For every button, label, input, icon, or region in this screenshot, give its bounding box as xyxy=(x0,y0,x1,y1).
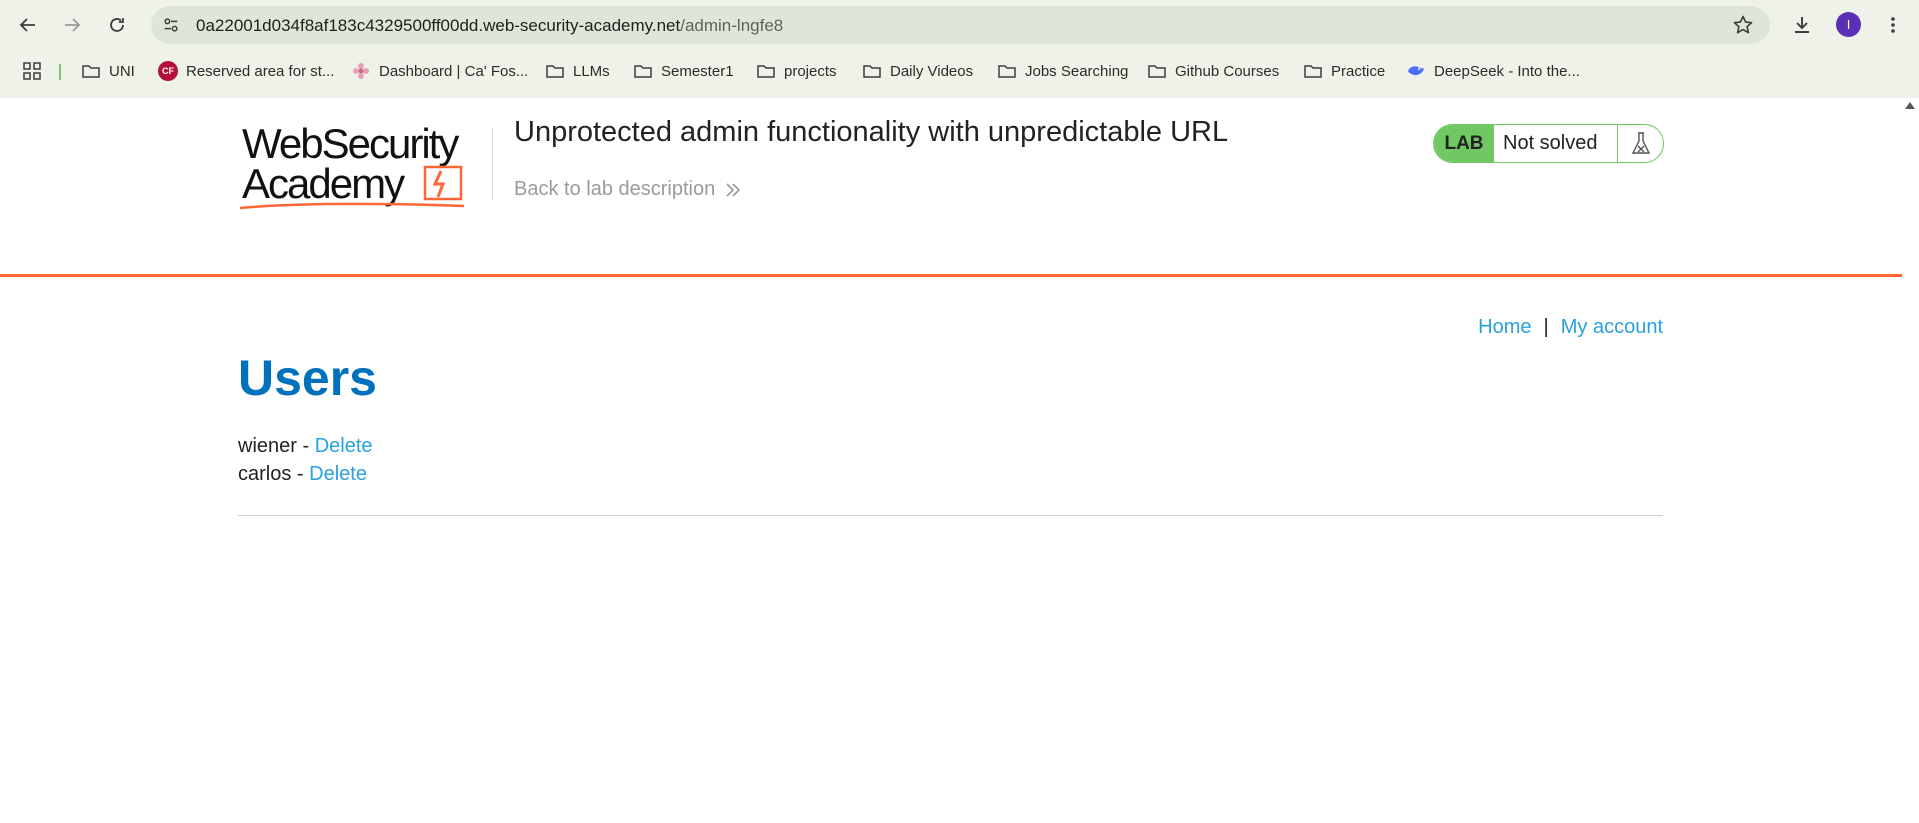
folder-icon xyxy=(634,65,652,78)
bookmark-label: UNI xyxy=(109,62,135,80)
url-path: /admin-lngfe8 xyxy=(680,16,784,35)
content-divider xyxy=(238,515,1663,516)
reload-button[interactable] xyxy=(103,11,131,39)
top-navigation: Home | My account xyxy=(1478,316,1663,339)
folder-icon xyxy=(863,65,881,78)
lab-status-widget: LAB Not solved xyxy=(1433,124,1664,163)
bookmark-dashboard[interactable]: Dashboard | Ca' Fos... xyxy=(351,55,528,87)
user-row: wiener - Delete xyxy=(238,435,373,458)
back-to-lab-description-link[interactable]: Back to lab description xyxy=(514,178,741,201)
bookmark-label: Reserved area for st... xyxy=(186,62,335,80)
download-icon xyxy=(1795,17,1809,33)
delete-user-link[interactable]: Delete xyxy=(309,463,367,485)
bookmark-daily-videos[interactable]: Daily Videos xyxy=(862,55,973,87)
downloads-button[interactable] xyxy=(1789,12,1815,38)
bookmark-projects[interactable]: projects xyxy=(756,55,837,87)
home-link[interactable]: Home xyxy=(1478,316,1531,339)
bookmark-label: Jobs Searching xyxy=(1025,62,1129,80)
forward-button[interactable] xyxy=(58,11,86,39)
flask-icon xyxy=(1631,131,1650,154)
nav-separator: | xyxy=(1543,316,1549,338)
bookmark-label: Semester1 xyxy=(661,62,734,80)
logo-underline-swoosh xyxy=(239,202,465,210)
my-account-link[interactable]: My account xyxy=(1561,316,1663,339)
cf-favicon-icon: CF xyxy=(158,61,178,81)
bookmark-label: Github Courses xyxy=(1175,62,1280,80)
folder-icon xyxy=(1148,65,1166,78)
lab-status-text: Not solved xyxy=(1503,132,1598,154)
menu-button[interactable] xyxy=(1880,12,1906,38)
folder-icon xyxy=(82,65,100,78)
bookmark-jobs-searching[interactable]: Jobs Searching xyxy=(997,55,1128,87)
bookmark-uni[interactable]: UNI xyxy=(81,55,135,87)
user-separator: - xyxy=(291,463,310,485)
bookmark-label: Practice xyxy=(1331,62,1386,80)
header-orange-rule xyxy=(0,274,1902,277)
bookmark-label: Daily Videos xyxy=(890,62,974,80)
apps-grid-icon xyxy=(23,62,41,80)
folder-icon xyxy=(1304,65,1322,78)
user-separator: - xyxy=(296,435,315,457)
flower-favicon-icon xyxy=(353,63,369,79)
folder-icon xyxy=(546,65,564,78)
bookmark-label: DeepSeek - Into the... xyxy=(1434,62,1580,80)
browser-chrome: 0a22001d034f8af183c4329500ff00dd.web-sec… xyxy=(0,0,1919,98)
kebab-menu-icon xyxy=(1891,17,1895,33)
bookmark-label: LLMs xyxy=(573,62,610,80)
bookmark-label: Dashboard | Ca' Fos... xyxy=(379,62,529,80)
browser-toolbar: 0a22001d034f8af183c4329500ff00dd.web-sec… xyxy=(0,0,1919,50)
bookmark-llms[interactable]: LLMs xyxy=(545,55,610,87)
arrow-right-icon xyxy=(65,18,81,32)
web-page: WebSecurity Academy Unprotected admin fu… xyxy=(0,98,1902,823)
double-chevron-right-icon xyxy=(726,182,741,197)
back-link-label: Back to lab description xyxy=(514,178,716,200)
bookmark-practice[interactable]: Practice xyxy=(1303,55,1385,87)
username: carlos xyxy=(238,463,292,485)
bookmark-semester1[interactable]: Semester1 xyxy=(633,55,734,87)
profile-avatar[interactable]: I xyxy=(1836,12,1861,37)
bookmark-deepseek[interactable]: DeepSeek - Into the... xyxy=(1406,55,1580,87)
site-info-icon[interactable] xyxy=(161,15,181,35)
bookmark-github-courses[interactable]: Github Courses xyxy=(1147,55,1279,87)
bookmarks-separator xyxy=(59,64,61,80)
page-title: Users xyxy=(238,350,377,406)
reload-icon xyxy=(110,18,124,32)
folder-icon xyxy=(757,65,775,78)
back-button[interactable] xyxy=(14,11,42,39)
bookmark-label: projects xyxy=(784,62,837,80)
web-security-academy-logo[interactable]: WebSecurity Academy xyxy=(238,120,488,210)
lab-tag: LAB xyxy=(1434,125,1494,162)
lab-title: Unprotected admin functionality with unp… xyxy=(514,116,1229,148)
bookmark-reserved-area[interactable]: CF Reserved area for st... xyxy=(158,55,334,87)
url-host: 0a22001d034f8af183c4329500ff00dd.web-sec… xyxy=(196,16,681,35)
bookmark-star-icon[interactable] xyxy=(1732,14,1754,36)
delete-user-link[interactable]: Delete xyxy=(315,435,373,457)
bookmarks-bar: UNI CF Reserved area for st... Dashboard… xyxy=(0,55,1919,87)
url-text: 0a22001d034f8af183c4329500ff00dd.web-sec… xyxy=(196,16,783,36)
apps-button[interactable] xyxy=(22,55,42,87)
folder-icon xyxy=(998,65,1016,78)
arrow-left-icon xyxy=(19,18,35,32)
page-scrollbar[interactable] xyxy=(1902,98,1919,823)
username: wiener xyxy=(238,435,297,457)
scroll-up-arrow-icon[interactable] xyxy=(1905,102,1915,109)
user-row: carlos - Delete xyxy=(238,463,367,486)
deepseek-favicon-icon xyxy=(1408,66,1424,76)
header-divider xyxy=(492,128,493,200)
lab-flask-button[interactable] xyxy=(1617,125,1663,162)
address-bar[interactable]: 0a22001d034f8af183c4329500ff00dd.web-sec… xyxy=(151,6,1770,44)
